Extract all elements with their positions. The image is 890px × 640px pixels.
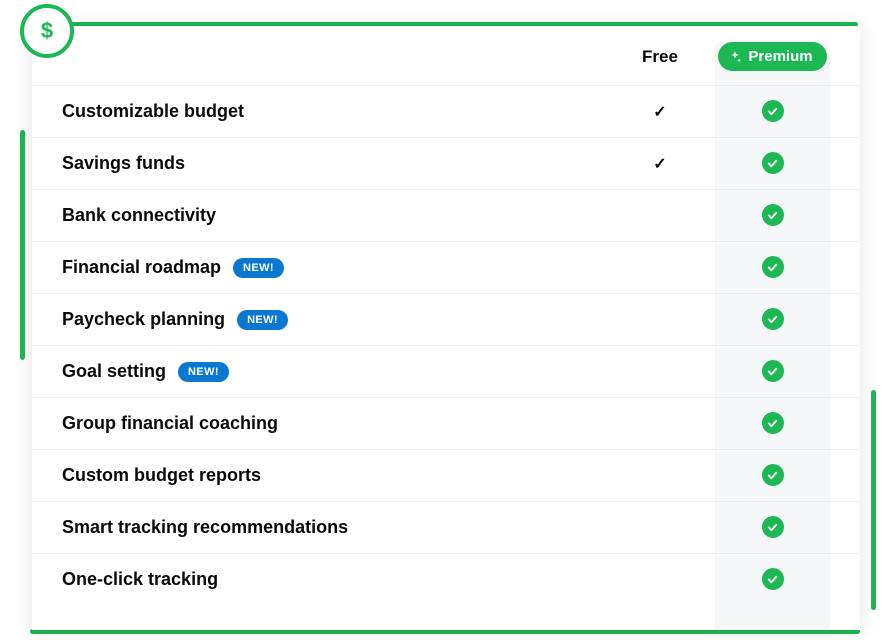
check-circle-icon <box>762 516 784 538</box>
feature-label: Savings funds <box>62 153 185 174</box>
feature-name: Goal setting NEW! <box>62 361 605 382</box>
feature-name: Custom budget reports <box>62 465 605 486</box>
feature-name: Customizable budget <box>62 101 605 122</box>
check-icon: ✓ <box>653 104 666 121</box>
premium-cell <box>715 516 830 539</box>
feature-label: Bank connectivity <box>62 205 216 226</box>
sparkle-icon <box>728 50 742 64</box>
free-cell: ✓ <box>605 102 715 122</box>
check-circle-icon <box>762 100 784 122</box>
free-column-header: Free <box>605 47 715 67</box>
column-headers: Free Premium <box>32 42 860 85</box>
new-badge: NEW! <box>233 258 284 278</box>
table-row: Customizable budget ✓ <box>32 85 860 137</box>
table-row: Goal setting NEW! <box>32 345 860 397</box>
check-circle-icon <box>762 308 784 330</box>
premium-column-header: Premium <box>715 42 830 71</box>
feature-label: Goal setting <box>62 361 166 382</box>
check-circle-icon <box>762 204 784 226</box>
border-accent-left <box>20 130 25 360</box>
table-row: Savings funds ✓ <box>32 137 860 189</box>
feature-label: Custom budget reports <box>62 465 261 486</box>
border-accent-right <box>871 390 876 610</box>
feature-name: Paycheck planning NEW! <box>62 309 605 330</box>
feature-label: Customizable budget <box>62 101 244 122</box>
comparison-card: Free Premium Customizable budget✓Savings… <box>32 26 860 630</box>
premium-cell <box>715 204 830 227</box>
check-circle-icon <box>762 360 784 382</box>
check-circle-icon <box>762 152 784 174</box>
check-circle-icon <box>762 568 784 590</box>
feature-label: Smart tracking recommendations <box>62 517 348 538</box>
new-badge: NEW! <box>237 310 288 330</box>
premium-cell <box>715 100 830 123</box>
table-row: Smart tracking recommendations <box>32 501 860 553</box>
premium-cell <box>715 464 830 487</box>
table-row: Paycheck planning NEW! <box>32 293 860 345</box>
feature-name: Bank connectivity <box>62 205 605 226</box>
premium-badge: Premium <box>718 42 826 71</box>
premium-badge-label: Premium <box>748 48 812 65</box>
check-circle-icon <box>762 256 784 278</box>
table-row: Financial roadmap NEW! <box>32 241 860 293</box>
dollar-coin-icon: $ <box>20 4 74 58</box>
feature-name: Smart tracking recommendations <box>62 517 605 538</box>
premium-cell <box>715 308 830 331</box>
feature-name: Group financial coaching <box>62 413 605 434</box>
table-row: Custom budget reports <box>32 449 860 501</box>
check-circle-icon <box>762 464 784 486</box>
free-cell: ✓ <box>605 154 715 174</box>
feature-name: Savings funds <box>62 153 605 174</box>
table-row: Group financial coaching <box>32 397 860 449</box>
premium-cell <box>715 152 830 175</box>
feature-label: One-click tracking <box>62 569 218 590</box>
premium-cell <box>715 412 830 435</box>
table-row: Bank connectivity <box>32 189 860 241</box>
check-circle-icon <box>762 412 784 434</box>
feature-name: One-click tracking <box>62 569 605 590</box>
feature-rows: Customizable budget ✓ Savings funds ✓ Bank c… <box>32 85 860 605</box>
feature-label: Financial roadmap <box>62 257 221 278</box>
table-row: One-click tracking <box>32 553 860 605</box>
premium-cell <box>715 360 830 383</box>
new-badge: NEW! <box>178 362 229 382</box>
premium-cell <box>715 256 830 279</box>
feature-name: Financial roadmap NEW! <box>62 257 605 278</box>
premium-cell <box>715 568 830 591</box>
feature-label: Paycheck planning <box>62 309 225 330</box>
feature-label: Group financial coaching <box>62 413 278 434</box>
check-icon: ✓ <box>653 156 666 173</box>
